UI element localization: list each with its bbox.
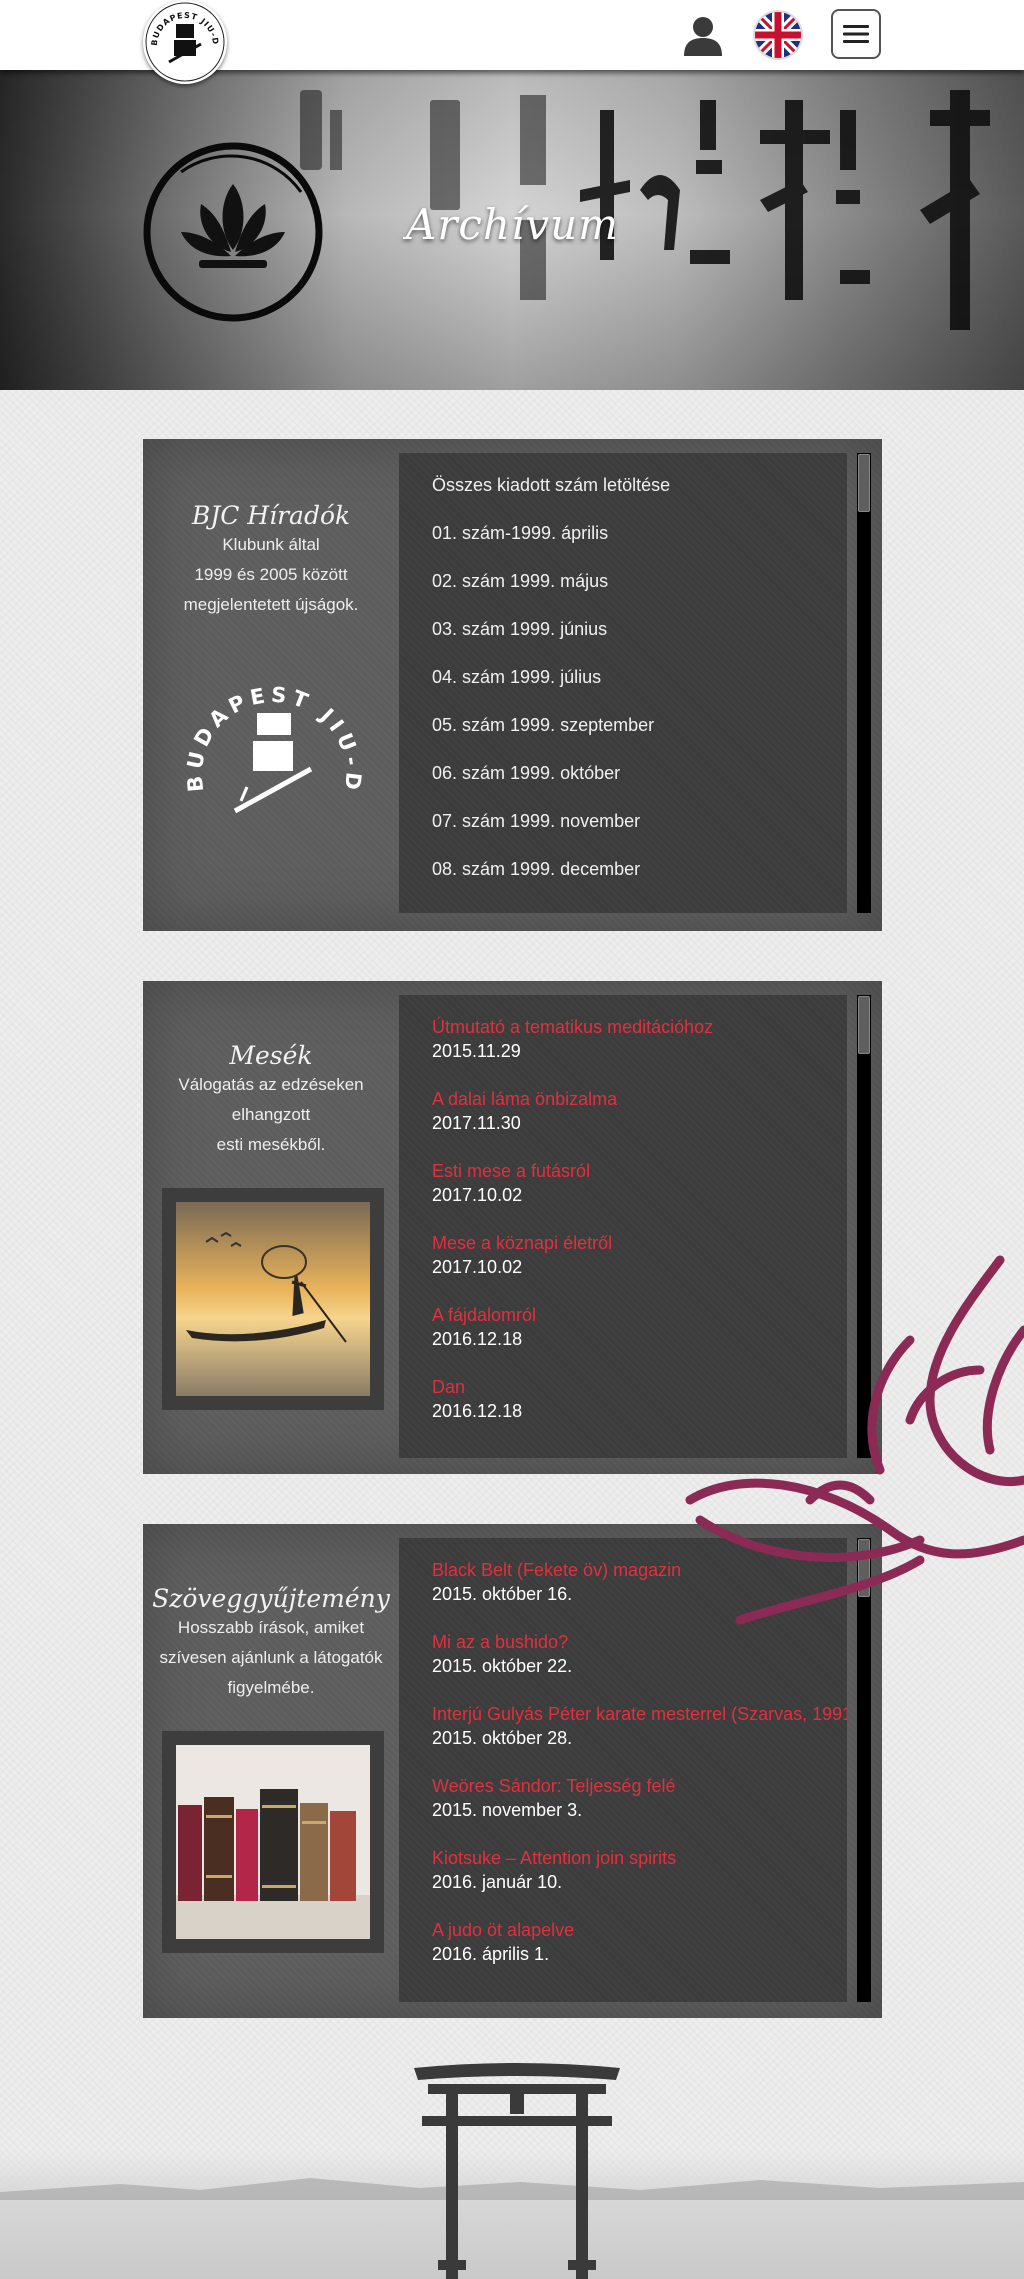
page-title: Archívum — [405, 200, 620, 249]
text-entry[interactable]: Interjú Gulyás Péter karate mesterrel (S… — [399, 1702, 847, 1774]
user-account-icon[interactable] — [680, 12, 726, 58]
section-title: Mesék — [229, 1041, 313, 1070]
section-description-line: megjelentetett újságok. — [183, 595, 359, 614]
story-entry[interactable]: Esti mese a futásról 2017.10.02 — [399, 1159, 847, 1231]
texts-thumbnail-frame — [162, 1731, 384, 1953]
newsletter-link[interactable]: 03. szám 1999. június — [399, 605, 847, 653]
section-description-line: figyelmébe. — [227, 1678, 315, 1697]
section-title: BJC Híradók — [191, 501, 351, 530]
story-title[interactable]: Útmutató a tematikus meditációhoz — [432, 1015, 847, 1039]
section-title: Szöveggyűjtemény — [152, 1584, 390, 1613]
text-title[interactable]: Weöres Sándor: Teljesség felé — [432, 1774, 847, 1798]
torii-gate-decoration — [414, 2063, 620, 2279]
section-description-line: esti mesékből. — [216, 1135, 326, 1154]
bjc-logo-icon: BUDAPEST JIU-DO CLUB — [179, 661, 361, 814]
club-logo-badge[interactable]: BUDAPEST JIU-DO CLUB — [139, 0, 227, 84]
section-description-line: Válogatás az edzéseken — [178, 1075, 364, 1094]
text-title[interactable]: Interjú Gulyás Péter karate mesterrel (S… — [432, 1702, 847, 1726]
uk-flag-icon[interactable] — [752, 9, 804, 61]
section-description-line: Hosszabb írások, amiket — [177, 1618, 365, 1637]
text-title[interactable]: Kiotsuke – Attention join spirits — [432, 1846, 847, 1870]
text-date: 2016. január 10. — [432, 1872, 563, 1892]
section-description-line: szívesen ajánlunk a látogatók — [159, 1648, 383, 1667]
download-all-link[interactable]: Összes kiadott szám letöltése — [399, 461, 847, 509]
text-date: 2015. október 22. — [432, 1656, 573, 1676]
newsletter-link[interactable]: 01. szám-1999. április — [399, 509, 847, 557]
newsletter-link[interactable]: 08. szám 1999. december — [399, 845, 847, 893]
newsletter-link[interactable]: 05. szám 1999. szeptember — [399, 701, 847, 749]
text-entry[interactable]: Mi az a bushido? 2015. október 22. — [399, 1630, 847, 1702]
hamburger-icon — [843, 25, 869, 43]
story-entry[interactable]: A dalai láma önbizalma 2017.11.30 — [399, 1087, 847, 1159]
section-description-line: elhangzott — [231, 1105, 311, 1124]
newsletter-link[interactable]: 06. szám 1999. október — [399, 749, 847, 797]
bjc-hiradok-card: BJC Híradók Klubunk által 1999 és 2005 k… — [143, 439, 882, 931]
hero-banner: Archívum — [0, 70, 1024, 390]
scrollbar-thumb[interactable] — [858, 996, 870, 1054]
scrollbar-thumb[interactable] — [858, 454, 870, 512]
newsletter-list: Összes kiadott szám letöltése 01. szám-1… — [399, 453, 847, 913]
text-entry[interactable]: Weöres Sándor: Teljesség felé 2015. nove… — [399, 1774, 847, 1846]
text-entry[interactable]: Kiotsuke – Attention join spirits 2016. … — [399, 1846, 847, 1918]
story-date: 2017.10.02 — [432, 1185, 523, 1205]
text-date: 2016. április 1. — [432, 1944, 550, 1964]
story-date: 2015.11.29 — [432, 1041, 521, 1061]
story-date: 2017.11.30 — [432, 1113, 521, 1133]
fisherman-boat-image — [176, 1202, 370, 1396]
story-title[interactable]: Esti mese a futásról — [432, 1159, 847, 1183]
text-date: 2015. október 28. — [432, 1728, 573, 1748]
list-scrollbar[interactable] — [857, 453, 871, 913]
text-entry[interactable]: A judo öt alapelve 2016. április 1. — [399, 1918, 847, 1990]
section-description-line: Klubunk által — [222, 535, 320, 554]
newsletter-link[interactable]: 04. szám 1999. július — [399, 653, 847, 701]
lotus-flower-decoration — [685, 1255, 1024, 1625]
section-description-line: 1999 és 2005 között — [194, 565, 348, 584]
story-thumbnail-frame — [162, 1188, 384, 1410]
newsletter-link[interactable]: 02. szám 1999. május — [399, 557, 847, 605]
club-logo-icon: BUDAPEST JIU-DO CLUB — [139, 0, 225, 82]
text-date: 2015. november 3. — [432, 1800, 583, 1820]
story-title[interactable]: A dalai láma önbizalma — [432, 1087, 847, 1111]
lotus-emblem-icon — [143, 142, 323, 322]
newsletter-link[interactable]: 07. szám 1999. november — [399, 797, 847, 845]
hamburger-menu-button[interactable] — [831, 9, 881, 59]
story-entry[interactable]: Útmutató a tematikus meditációhoz 2015.1… — [399, 1015, 847, 1087]
old-books-image — [176, 1745, 370, 1939]
text-title[interactable]: A judo öt alapelve — [432, 1918, 847, 1942]
